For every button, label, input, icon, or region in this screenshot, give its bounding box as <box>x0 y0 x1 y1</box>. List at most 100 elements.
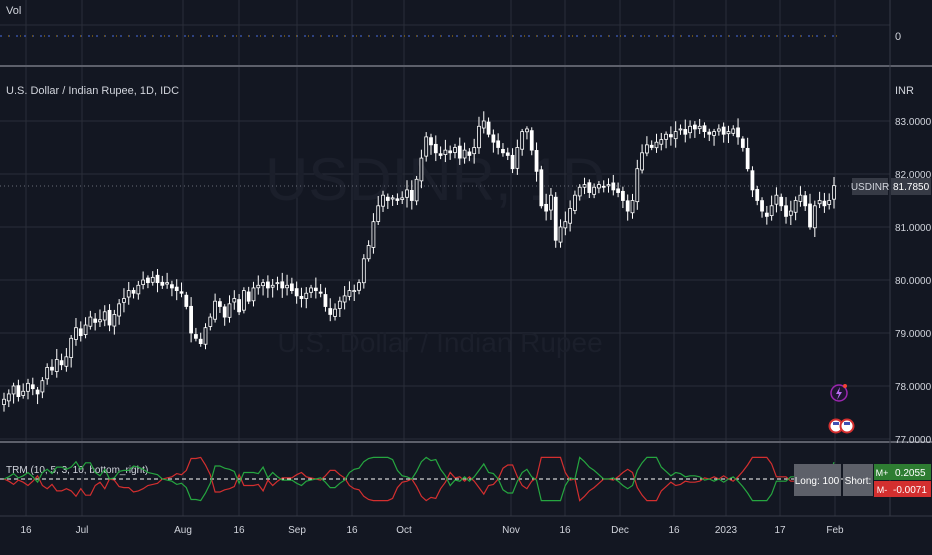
time-tick-label: Aug <box>174 525 192 536</box>
price-tick-label: 83.0000 <box>895 117 932 128</box>
candle <box>539 169 544 207</box>
symbol-tag-label: USDINR <box>851 182 889 193</box>
candle <box>385 196 390 201</box>
candle <box>457 145 462 159</box>
candle <box>501 148 505 154</box>
candle <box>45 367 50 380</box>
candle <box>141 279 146 285</box>
candle <box>6 393 11 402</box>
candle <box>376 205 381 222</box>
candle <box>510 154 515 170</box>
lightning-event-icon[interactable] <box>830 384 848 402</box>
candle <box>309 287 313 293</box>
candle <box>688 125 692 134</box>
candle <box>587 182 592 193</box>
candle <box>74 327 78 340</box>
time-tick-label: 16 <box>233 525 245 536</box>
candle <box>88 316 93 327</box>
candle <box>337 300 342 309</box>
vol-label: Vol <box>6 5 21 17</box>
candle <box>371 221 376 248</box>
candle <box>788 210 793 216</box>
m-minus-value: -0.0071 <box>893 485 927 496</box>
candle <box>553 196 558 241</box>
candle <box>731 128 736 134</box>
price-tick-label: 78.0000 <box>895 382 932 393</box>
candle <box>558 226 563 243</box>
candle <box>702 125 707 133</box>
candle <box>304 292 309 299</box>
candle <box>35 389 40 395</box>
candle <box>381 194 385 207</box>
candle <box>11 385 16 395</box>
candle <box>467 151 472 156</box>
time-tick-label: 16 <box>559 525 571 536</box>
candle <box>812 205 817 229</box>
candle <box>241 290 246 311</box>
candle <box>764 212 769 217</box>
chart-canvas[interactable]: Vol 0 USDINR, 1D U.S. Dollar / Indian Ru… <box>0 0 932 550</box>
candle <box>184 294 189 307</box>
long-badge-label: Long: 100 <box>795 476 840 487</box>
candle <box>472 147 477 155</box>
candle <box>390 197 395 200</box>
candle <box>755 189 760 201</box>
time-tick-label: Dec <box>611 525 629 536</box>
candle <box>30 384 35 390</box>
price-axis[interactable]: 83.000082.000081.000080.000079.000078.00… <box>895 117 932 446</box>
candle <box>496 140 501 148</box>
candle <box>630 200 635 214</box>
candle <box>505 152 510 156</box>
candle <box>155 274 160 284</box>
candle <box>822 200 827 207</box>
candle <box>146 277 150 284</box>
candle <box>716 128 721 132</box>
candle <box>395 198 400 201</box>
time-tick-label: Oct <box>396 525 412 536</box>
candle <box>621 190 625 201</box>
candle <box>453 147 457 153</box>
candle <box>342 295 347 303</box>
grid <box>0 0 890 516</box>
candle <box>525 128 529 133</box>
candle <box>611 182 616 191</box>
time-tick-label: Feb <box>826 525 844 536</box>
candle <box>577 186 582 197</box>
candle <box>712 131 716 136</box>
candle <box>678 128 683 131</box>
candle <box>198 338 203 344</box>
candle <box>405 189 409 198</box>
time-axis[interactable]: 16 Jul Aug 16 Sep 16 Oct Nov 16 Dec 16 2023 17 Feb <box>20 525 844 536</box>
short-badge-label: Short: <box>845 476 872 487</box>
candle <box>318 291 323 294</box>
candle <box>69 337 74 358</box>
candle <box>275 282 280 285</box>
candle <box>179 291 184 294</box>
candle <box>2 398 6 405</box>
chart-title: U.S. Dollar / Indian Rupee, 1D, IDC <box>6 85 179 97</box>
m-plus-value: 0.2055 <box>895 468 926 479</box>
candle <box>668 134 673 138</box>
candle <box>294 288 299 297</box>
candle <box>520 131 525 150</box>
candle <box>760 200 764 212</box>
time-tick-label: 16 <box>668 525 680 536</box>
price-tick-label: 80.0000 <box>895 276 932 287</box>
candle <box>448 150 453 154</box>
candle <box>232 298 237 303</box>
candle <box>174 286 179 292</box>
candle <box>462 149 467 159</box>
us-flag-event-icon[interactable] <box>828 418 855 434</box>
candle <box>323 294 328 307</box>
candle <box>357 282 361 291</box>
candle <box>592 186 597 195</box>
candle <box>285 284 289 289</box>
candle <box>697 125 702 130</box>
candle <box>189 305 193 334</box>
candle <box>774 194 779 205</box>
candle <box>256 284 261 289</box>
candle <box>194 334 198 339</box>
trading-chart[interactable]: Vol 0 USDINR, 1D U.S. Dollar / Indian Ru… <box>0 0 932 550</box>
price-tick-label: 77.0000 <box>895 435 932 446</box>
candle <box>481 120 486 129</box>
